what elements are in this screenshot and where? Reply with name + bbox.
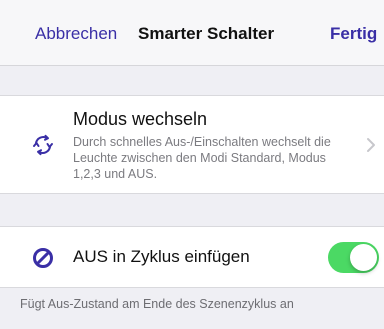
- mode-switch-description: Durch schnelles Aus-/Einschalten wechsel…: [73, 135, 331, 181]
- cancel-button[interactable]: Abbrechen: [35, 24, 117, 44]
- mode-switch-cell[interactable]: Modus wechseln Durch schnelles Aus-/Eins…: [0, 95, 384, 194]
- page-title: Smarter Schalter: [138, 24, 275, 43]
- mode-switch-title: Modus wechseln: [73, 109, 208, 129]
- chevron-right-icon: [367, 138, 375, 152]
- done-button[interactable]: Fertig: [330, 24, 377, 44]
- off-in-cycle-toggle[interactable]: [328, 242, 379, 273]
- prohibited-icon: [33, 248, 53, 268]
- cycle-arrows-icon: [33, 134, 53, 156]
- off-in-cycle-footer: Fügt Aus-Zustand am Ende des Szenenzyklu…: [20, 297, 294, 311]
- navigation-bar: Abbrechen Smarter Schalter Fertig: [0, 0, 384, 66]
- toggle-knob: [350, 244, 377, 271]
- off-in-cycle-cell: AUS in Zyklus einfügen: [0, 226, 384, 288]
- off-in-cycle-label: AUS in Zyklus einfügen: [73, 247, 250, 266]
